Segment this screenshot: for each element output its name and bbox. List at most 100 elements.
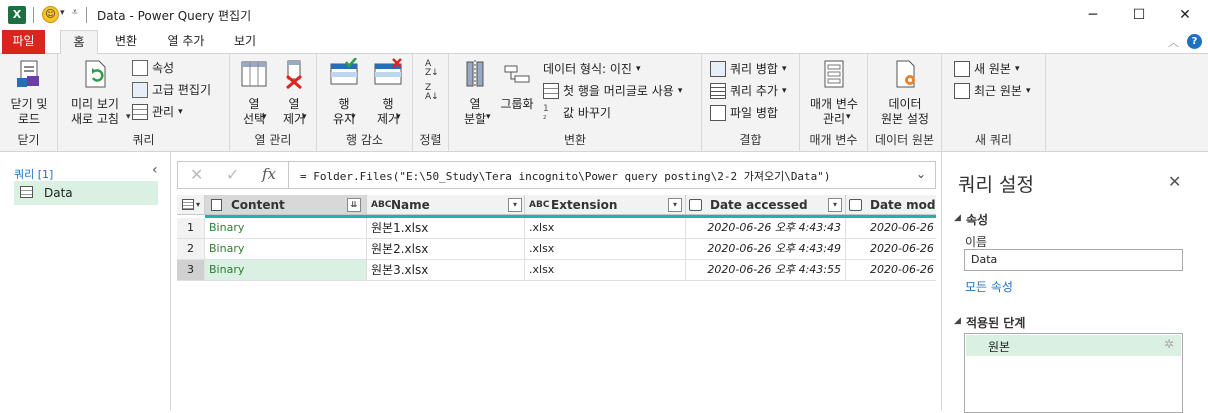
tab-add-column[interactable]: 열 추가	[158, 30, 214, 54]
chevron-down-icon[interactable]: ▾	[351, 112, 356, 122]
table-cell[interactable]: .xlsx	[525, 239, 686, 260]
close-icon[interactable]: ✕	[1168, 172, 1181, 191]
table-cell[interactable]: .xlsx	[525, 218, 686, 239]
table-cell[interactable]: 원본2.xlsx	[367, 239, 525, 260]
manage-query-label: 관리	[152, 105, 175, 119]
formula-divider	[288, 162, 289, 188]
recent-sources-button[interactable]: 최근 원본 ▾	[954, 81, 1031, 101]
table-cell[interactable]: 원본1.xlsx	[367, 218, 525, 239]
table-cell[interactable]: Binary	[205, 218, 367, 239]
text-type-icon: ABC	[371, 200, 392, 210]
use-first-row-button[interactable]: 첫 행을 머리글로 사용 ▾	[543, 81, 682, 101]
name-input[interactable]: Data	[964, 249, 1183, 271]
maximize-button[interactable]: ☐	[1116, 0, 1162, 30]
collapse-ribbon-icon[interactable]: ︿	[1168, 34, 1179, 50]
collapse-pane-icon[interactable]: ‹	[152, 162, 158, 178]
commit-formula-icon[interactable]: ✓	[226, 165, 239, 184]
column-header-date-modified[interactable]: Date modifie	[846, 195, 936, 215]
table-cell[interactable]: 2020-06-26 오후 4:43:43	[686, 218, 846, 239]
table-cell[interactable]: .xlsx	[525, 260, 686, 281]
filter-dropdown-icon[interactable]: ▾	[828, 198, 842, 212]
gear-icon[interactable]: ✲	[1164, 337, 1174, 351]
group-parameters-label: 매개 변수	[809, 133, 858, 147]
table-cell[interactable]: 2020-06-26 오후 4:43:55	[686, 260, 846, 281]
expand-binary-icon[interactable]: ⇊	[347, 198, 361, 212]
table-cell[interactable]: 2020-06-26	[846, 239, 936, 260]
use-first-row-label: 첫 행을 머리글로 사용	[563, 84, 674, 98]
filter-dropdown-icon[interactable]: ▾	[508, 198, 522, 212]
table-menu-button[interactable]: ▾	[177, 195, 205, 215]
chevron-down-icon: ▾	[781, 64, 787, 74]
choose-columns-button[interactable]: 열 선택	[234, 58, 274, 127]
advanced-editor-icon	[132, 82, 148, 98]
table-cell[interactable]: 2020-06-26	[846, 218, 936, 239]
column-header-extension[interactable]: ABC Extension ▾	[525, 195, 686, 215]
smiley-feedback-icon[interactable]: ☺	[42, 6, 59, 23]
close-and-load-label: 닫기 및 로드	[10, 97, 48, 126]
refresh-preview-button[interactable]: 미리 보기 새로 고침	[64, 58, 126, 127]
data-type-button[interactable]: 데이터 형식: 이진 ▾	[543, 59, 640, 79]
table-cell[interactable]: 원본3.xlsx	[367, 260, 525, 281]
group-data-source-label: 데이터 원본	[874, 133, 934, 147]
refresh-preview-icon	[85, 60, 106, 88]
chevron-down-icon[interactable]: ▾	[60, 8, 65, 18]
applied-step-item[interactable]: 원본 ✲	[966, 335, 1181, 356]
cancel-formula-icon[interactable]: ✕	[190, 165, 203, 184]
column-header-name[interactable]: ABC Name ▾	[367, 195, 525, 215]
close-button[interactable]: ✕	[1162, 0, 1208, 30]
all-properties-link[interactable]: 모든 속성	[965, 278, 1013, 295]
manage-parameters-label: 매개 변수 관리	[810, 97, 858, 126]
column-header-label: Date accessed	[710, 198, 808, 212]
row-number[interactable]: 2	[177, 239, 205, 260]
remove-rows-button[interactable]: 행 제거	[367, 58, 409, 127]
replace-values-button[interactable]: 1₂ 값 바꾸기	[543, 103, 611, 123]
remove-columns-label: 열 제거	[282, 97, 306, 126]
chevron-down-icon[interactable]: ▾	[302, 112, 307, 122]
collapse-triangle-icon[interactable]: ◢	[954, 316, 961, 326]
column-header-content[interactable]: Content ⇊	[205, 195, 367, 215]
chevron-down-icon[interactable]: ▾	[262, 112, 267, 122]
table-cell[interactable]: Binary	[205, 260, 367, 281]
chevron-down-icon[interactable]: ▾	[126, 112, 131, 122]
new-source-button[interactable]: 새 원본 ▾	[954, 59, 1019, 79]
table-cell[interactable]: Binary	[205, 239, 367, 260]
filter-dropdown-icon[interactable]: ▾	[668, 198, 682, 212]
sort-descending-icon[interactable]: Z A↓	[425, 84, 439, 102]
remove-columns-button[interactable]: 열 제거	[274, 58, 314, 127]
keep-rows-button[interactable]: 행 유지	[323, 57, 365, 127]
formula-bar: ✕ ✓ fx = Folder.Files("E:\50_Study\Tera …	[177, 161, 936, 189]
tab-home[interactable]: 홈	[60, 30, 98, 55]
close-and-load-button[interactable]: 닫기 및 로드	[4, 58, 54, 127]
manage-query-button[interactable]: 관리 ▾	[132, 102, 183, 122]
help-icon[interactable]: ?	[1187, 34, 1202, 49]
tab-transform[interactable]: 변환	[104, 30, 148, 54]
tab-file[interactable]: 파일	[2, 30, 45, 54]
expand-formula-icon[interactable]: ⌄	[916, 167, 926, 181]
formula-input[interactable]: = Folder.Files("E:\50_Study\Tera incogni…	[300, 168, 831, 184]
chevron-down-icon[interactable]: ▾	[486, 112, 491, 122]
minimize-button[interactable]: ─	[1070, 0, 1116, 30]
row-number[interactable]: 1	[177, 218, 205, 239]
append-queries-button[interactable]: 쿼리 추가 ▾	[710, 81, 787, 101]
merge-queries-button[interactable]: 쿼리 병합 ▾	[710, 59, 787, 79]
advanced-editor-button[interactable]: 고급 편집기	[132, 80, 211, 100]
manage-parameters-button[interactable]: 매개 변수 관리	[804, 58, 864, 127]
combine-files-button[interactable]: 파일 병합	[710, 103, 778, 123]
tab-view[interactable]: 보기	[224, 30, 266, 54]
chevron-down-icon[interactable]: ▾	[396, 112, 401, 122]
group-by-button[interactable]: 그룹화	[497, 58, 537, 112]
chevron-down-icon[interactable]: ▾	[846, 112, 851, 122]
column-header-date-accessed[interactable]: Date accessed ▾	[686, 195, 846, 215]
data-source-settings-button[interactable]: 데이터 원본 설정	[872, 58, 938, 127]
table-cell[interactable]: 2020-06-26	[846, 260, 936, 281]
collapse-triangle-icon[interactable]: ◢	[954, 213, 961, 223]
properties-button[interactable]: 속성	[132, 58, 174, 78]
remove-columns-icon	[286, 60, 302, 90]
table-cell[interactable]: 2020-06-26 오후 4:43:49	[686, 239, 846, 260]
sort-ascending-icon[interactable]: A Z↓	[425, 60, 439, 78]
quick-access-customize-icon[interactable]: ⩡	[72, 7, 78, 18]
group-manage-columns: 열 선택 ▾ 열 제거 ▾ 열 관리	[230, 54, 317, 152]
row-number[interactable]: 3	[177, 260, 205, 281]
fx-icon[interactable]: fx	[262, 165, 276, 183]
query-item-data[interactable]: Data	[14, 181, 158, 205]
